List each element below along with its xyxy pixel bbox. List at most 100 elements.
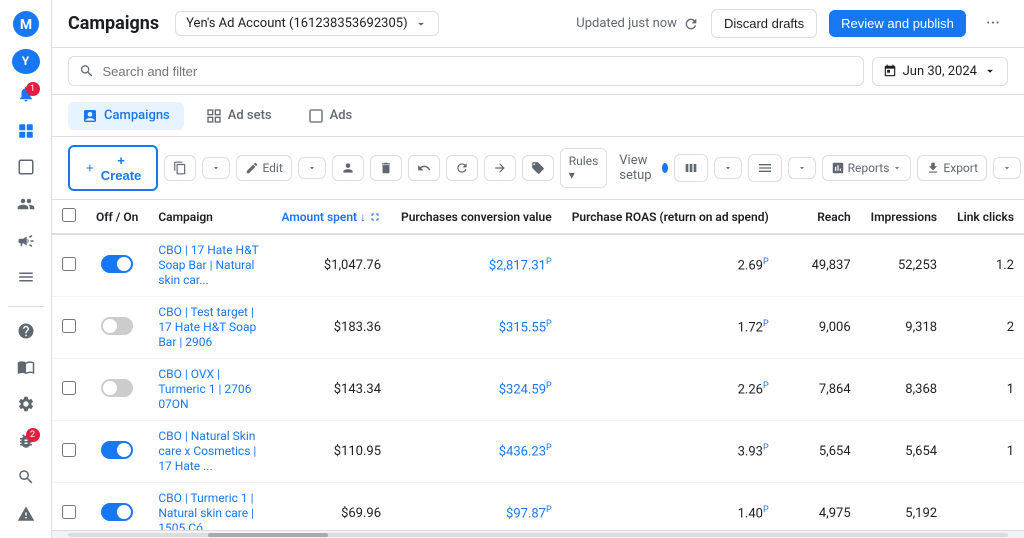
purchases-cv-value[interactable]: $97.87	[506, 507, 546, 522]
roas-cell: 1.72P	[562, 297, 779, 359]
edit-button[interactable]: Edit	[236, 155, 291, 181]
grid-icon[interactable]	[8, 115, 44, 148]
bug-icon[interactable]: 2	[8, 424, 44, 457]
row-checkbox[interactable]	[62, 257, 76, 271]
row-checkbox[interactable]	[62, 443, 76, 457]
row-checkbox-cell[interactable]	[52, 234, 86, 297]
edit-dropdown-button[interactable]	[298, 157, 326, 179]
megaphone-icon[interactable]	[8, 224, 44, 257]
column-view-dropdown[interactable]	[714, 157, 742, 179]
account-selector[interactable]: Yen's Ad Account (161238353692305)	[175, 11, 438, 36]
export-dropdown[interactable]	[993, 157, 1021, 179]
refresh-button[interactable]	[446, 155, 478, 181]
select-all-checkbox[interactable]	[62, 208, 76, 222]
rules-button[interactable]: Rules ▾	[560, 148, 607, 188]
create-button[interactable]: + Create	[68, 145, 158, 191]
row-height-dropdown[interactable]	[788, 157, 816, 179]
book-icon[interactable]	[8, 351, 44, 384]
discard-drafts-button[interactable]: Discard drafts	[711, 9, 817, 38]
toggle-switch[interactable]	[101, 379, 133, 397]
menu-icon[interactable]	[8, 261, 44, 294]
toggle-switch[interactable]	[101, 317, 133, 335]
toggle-cell[interactable]	[86, 359, 148, 421]
view-setup: View setup	[619, 153, 667, 183]
select-all-header[interactable]	[52, 200, 86, 234]
warning-icon[interactable]	[8, 497, 44, 530]
purchases-cv-value[interactable]: $315.55	[499, 321, 546, 336]
export-button[interactable]: Export	[917, 155, 987, 181]
purchases-cv-cell: $436.23P	[391, 421, 562, 483]
campaigns-table: Off / On Campaign Amount spent ↓ Purchas…	[52, 200, 1024, 530]
people-icon[interactable]	[8, 188, 44, 221]
amount-spent-header[interactable]: Amount spent ↓	[271, 200, 391, 234]
link-clicks-cell: 1	[947, 421, 1024, 483]
copy-icon	[173, 161, 187, 175]
main-content: Campaigns Yen's Ad Account (161238353692…	[52, 0, 1024, 538]
scrollbar-thumb[interactable]	[208, 533, 328, 537]
impressions-cell: 5,192	[861, 483, 947, 531]
table-row: CBO | OVX | Turmeric 1 | 2706 07ON $143.…	[52, 359, 1024, 421]
search-bar: Jun 30, 2024	[52, 48, 1024, 95]
campaign-link[interactable]: CBO | 17 Hate H&T Soap Bar | Natural ski…	[158, 243, 258, 287]
chevron-down-icon	[983, 64, 997, 78]
export-caret-icon	[1002, 163, 1012, 173]
toggle-switch[interactable]	[101, 503, 133, 521]
purchases-cv-value[interactable]: $436.23	[499, 445, 546, 460]
tab-ads[interactable]: Ads	[294, 102, 367, 130]
search-bottom-icon[interactable]	[8, 461, 44, 494]
plus-icon	[84, 161, 96, 175]
toggle-switch[interactable]	[101, 441, 133, 459]
tab-adsets[interactable]: Ad sets	[192, 102, 286, 130]
settings-icon[interactable]	[8, 388, 44, 421]
reports-button[interactable]: Reports	[822, 155, 912, 181]
campaign-link[interactable]: CBO | Natural Skin care x Cosmetics | 17…	[158, 429, 256, 473]
toggle-cell[interactable]	[86, 421, 148, 483]
delete-icon	[379, 161, 393, 175]
row-checkbox[interactable]	[62, 505, 76, 519]
campaign-name-cell: CBO | OVX | Turmeric 1 | 2706 07ON	[148, 359, 271, 421]
row-checkbox-cell[interactable]	[52, 421, 86, 483]
sidebar: M Y 1 2	[0, 0, 52, 538]
campaign-link[interactable]: CBO | Test target | 17 Hate H&T Soap Bar…	[158, 305, 256, 349]
tab-campaigns[interactable]: Campaigns	[68, 102, 184, 130]
search-input[interactable]	[103, 64, 853, 79]
row-checkbox[interactable]	[62, 381, 76, 395]
campaign-name-cell: CBO | 17 Hate H&T Soap Bar | Natural ski…	[148, 234, 271, 297]
review-publish-button[interactable]: Review and publish	[829, 10, 966, 37]
date-picker-button[interactable]: Jun 30, 2024	[872, 57, 1008, 86]
column-view-button[interactable]	[674, 154, 708, 182]
toggle-cell[interactable]	[86, 297, 148, 359]
purchases-cv-value[interactable]: $2,817.31	[489, 259, 546, 274]
scrollbar[interactable]	[52, 530, 1024, 538]
amount-spent-cell: $110.95	[271, 421, 391, 483]
undo-button[interactable]	[408, 155, 440, 181]
user-avatar[interactable]: Y	[12, 49, 40, 74]
person-button[interactable]	[332, 155, 364, 181]
duplicate-button[interactable]	[164, 155, 196, 181]
layers-icon[interactable]	[8, 151, 44, 184]
calendar-icon	[883, 64, 897, 78]
tag-button[interactable]	[522, 155, 554, 181]
row-height-button[interactable]	[748, 154, 782, 182]
toggle-cell[interactable]	[86, 234, 148, 297]
purchases-cv-value[interactable]: $324.59	[499, 383, 546, 398]
more-options-button[interactable]: ···	[978, 9, 1008, 38]
reach-header: Reach	[779, 200, 861, 234]
toggle-switch[interactable]	[101, 255, 133, 273]
arrow-button[interactable]	[484, 155, 516, 181]
notifications-icon[interactable]: 1	[8, 78, 44, 111]
row-checkbox-cell[interactable]	[52, 359, 86, 421]
toggle-cell[interactable]	[86, 483, 148, 531]
delete-button[interactable]	[370, 155, 402, 181]
row-checkbox-cell[interactable]	[52, 483, 86, 531]
app-logo[interactable]: M	[8, 8, 44, 41]
campaign-link[interactable]: CBO | OVX | Turmeric 1 | 2706 07ON	[158, 367, 251, 411]
campaign-link[interactable]: CBO | Turmeric 1 | Natural skin care | 1…	[158, 491, 254, 530]
ads-tab-label: Ads	[330, 108, 353, 123]
search-wrap[interactable]	[68, 56, 864, 86]
row-checkbox[interactable]	[62, 319, 76, 333]
help-icon[interactable]	[8, 314, 44, 347]
reach-cell: 4,975	[779, 483, 861, 531]
copy-dropdown-button[interactable]	[202, 157, 230, 179]
row-checkbox-cell[interactable]	[52, 297, 86, 359]
